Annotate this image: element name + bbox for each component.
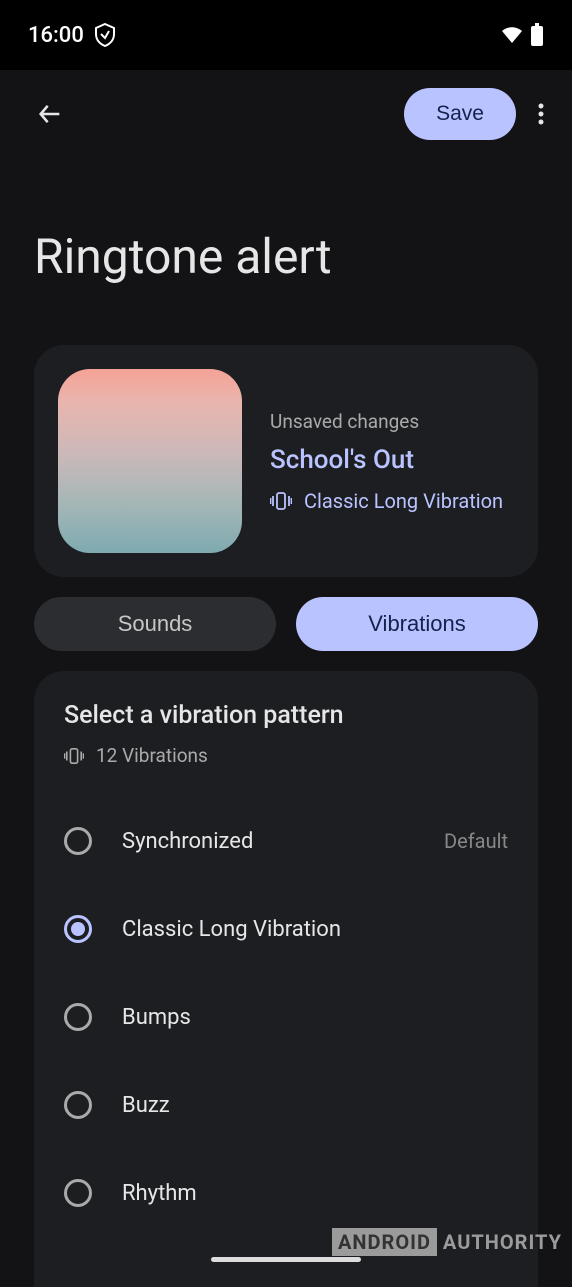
more-button[interactable] xyxy=(530,92,552,136)
tabs: Sounds Vibrations xyxy=(34,597,538,651)
more-vert-icon xyxy=(538,102,544,126)
battery-icon xyxy=(530,23,544,47)
save-button[interactable]: Save xyxy=(404,88,516,140)
pattern-label: Buzz xyxy=(122,1093,508,1118)
radio-unchecked-icon xyxy=(64,827,92,855)
radio-unchecked-icon xyxy=(64,1003,92,1031)
status-time: 16:00 xyxy=(28,23,84,48)
preview-card: Unsaved changes School's Out Classic Lon… xyxy=(34,345,538,577)
radio-unchecked-icon xyxy=(64,1091,92,1119)
patterns-header: Select a vibration pattern xyxy=(64,701,508,730)
home-indicator[interactable] xyxy=(211,1257,361,1262)
tab-sounds[interactable]: Sounds xyxy=(34,597,276,651)
pattern-label: Synchronized xyxy=(122,829,414,854)
patterns-panel: Select a vibration pattern 12 Vibrations… xyxy=(34,671,538,1287)
wifi-icon xyxy=(500,24,524,46)
vibration-name: Classic Long Vibration xyxy=(304,489,503,513)
back-button[interactable] xyxy=(28,92,72,136)
pattern-item-bumps[interactable]: Bumps xyxy=(64,973,508,1061)
song-title: School's Out xyxy=(270,445,503,475)
pattern-item-classic-long-vibration[interactable]: Classic Long Vibration xyxy=(64,885,508,973)
pattern-item-synchronized[interactable]: Synchronized Default xyxy=(64,797,508,885)
unsaved-label: Unsaved changes xyxy=(270,410,503,433)
shield-icon xyxy=(94,23,116,47)
pattern-item-buzz[interactable]: Buzz xyxy=(64,1061,508,1149)
patterns-count: 12 Vibrations xyxy=(96,744,208,767)
radio-unchecked-icon xyxy=(64,1179,92,1207)
page-title: Ringtone alert xyxy=(0,158,572,345)
tab-vibrations[interactable]: Vibrations xyxy=(296,597,538,651)
default-tag: Default xyxy=(444,829,508,853)
topbar: Save xyxy=(0,70,572,158)
status-bar: 16:00 xyxy=(0,0,572,70)
pattern-item-rhythm[interactable]: Rhythm xyxy=(64,1149,508,1237)
ringtone-thumbnail[interactable] xyxy=(58,369,242,553)
pattern-label: Bumps xyxy=(122,1005,508,1030)
watermark: ANDROID AUTHORITY xyxy=(332,1230,562,1254)
vibration-icon xyxy=(270,491,292,511)
arrow-left-icon xyxy=(36,100,64,128)
pattern-label: Classic Long Vibration xyxy=(122,917,508,942)
pattern-label: Rhythm xyxy=(122,1181,508,1206)
radio-checked-icon xyxy=(64,915,92,943)
vibration-icon xyxy=(64,747,84,765)
